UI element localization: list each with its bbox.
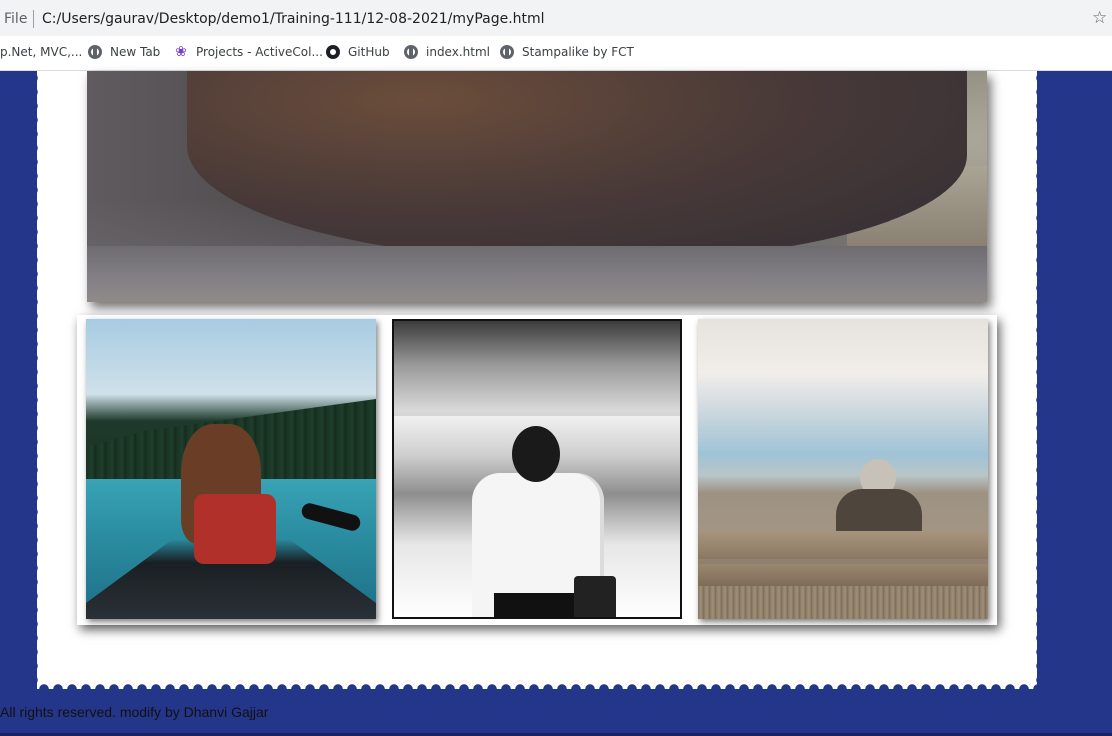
stamp-perforation-left	[32, 71, 42, 689]
hero-ground	[87, 246, 987, 302]
bookmark-star-icon[interactable]: ☆	[1092, 8, 1107, 28]
bookmark-label: Stampalike by FCT	[522, 45, 634, 59]
photo-canoe	[86, 319, 376, 619]
projects-icon: ❀	[175, 44, 187, 60]
photo-train-platform	[392, 319, 682, 619]
stamp-perforation-right	[1032, 71, 1042, 689]
globe-icon	[500, 45, 514, 59]
hero-image	[87, 71, 987, 302]
bookmark-label: Projects - ActiveCol...	[196, 45, 323, 59]
stamp-perforation-bottom	[37, 680, 1037, 690]
photo-life-vest	[194, 494, 276, 564]
bookmark-label: New Tab	[110, 45, 161, 59]
bookmark-projects[interactable]: ❀ Projects - ActiveCol...	[174, 45, 323, 59]
bookmark-label: GitHub	[348, 45, 390, 59]
bookmark-aspnet[interactable]: p.Net, MVC,...	[0, 45, 82, 59]
photo-bench-back	[698, 531, 988, 559]
address-bar: File C:/Users/gaurav/Desktop/demo1/Train…	[0, 0, 1112, 36]
hero-figure	[187, 71, 967, 261]
bookmark-new-tab[interactable]: New Tab	[88, 45, 160, 59]
bookmark-label: p.Net, MVC,...	[0, 45, 83, 59]
bookmark-stampalike[interactable]: Stampalike by FCT	[500, 45, 634, 59]
photo-bench-seat	[698, 564, 988, 586]
photo-bench	[698, 319, 988, 619]
bookmark-label: index.html	[426, 45, 490, 59]
photo-man-body	[836, 489, 922, 537]
photo-person-head	[512, 426, 560, 482]
globe-icon	[404, 45, 418, 59]
bookmark-index[interactable]: index.html	[404, 45, 490, 59]
photo-paddle	[299, 501, 363, 533]
photo-grass	[698, 586, 988, 619]
bookmark-github[interactable]: GitHub	[326, 45, 390, 59]
file-scheme-label: File	[4, 11, 28, 27]
photo-bag	[574, 576, 616, 617]
omnibox-divider	[33, 10, 34, 28]
globe-icon	[88, 45, 102, 59]
url-text[interactable]: C:/Users/gaurav/Desktop/demo1/Training-1…	[42, 11, 545, 27]
bookmarks-bar: p.Net, MVC,... New Tab ❀ Projects - Acti…	[0, 36, 1112, 71]
footer-text: All rights reserved. modify by Dhanvi Ga…	[0, 704, 269, 720]
github-icon	[326, 45, 340, 59]
